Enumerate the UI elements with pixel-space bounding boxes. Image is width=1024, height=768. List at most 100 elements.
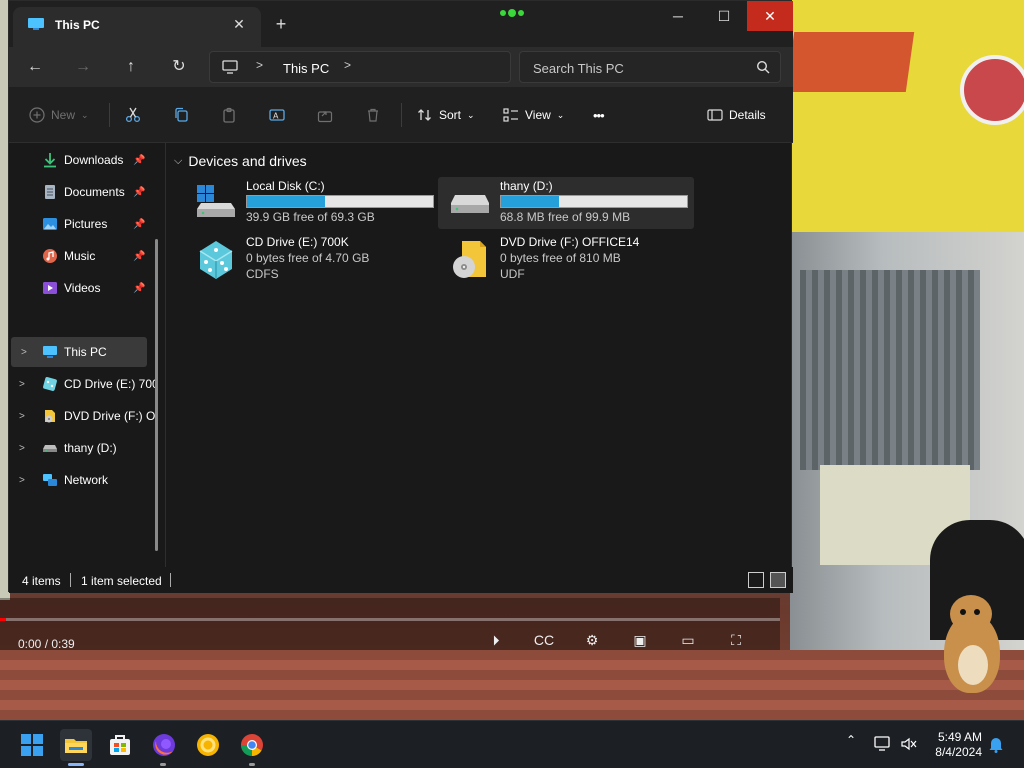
settings-icon[interactable]: ⚙ bbox=[580, 632, 604, 648]
videos-icon bbox=[43, 282, 57, 294]
more-options-button[interactable]: ••• bbox=[593, 105, 605, 125]
rename-icon: A bbox=[269, 109, 285, 121]
back-button[interactable]: ← bbox=[21, 53, 49, 81]
cut-button[interactable] bbox=[125, 105, 141, 125]
pin-icon: 📌 bbox=[133, 218, 146, 230]
monitor-icon bbox=[222, 60, 238, 74]
sidebar-item-dvd-drive[interactable]: > DVD Drive (F:) OFFICE14 bbox=[9, 401, 155, 431]
new-tab-button[interactable]: + bbox=[271, 14, 291, 34]
address-bar[interactable]: > This PC > bbox=[209, 51, 511, 83]
sidebar-item-cd-drive[interactable]: > CD Drive (E:) 700K bbox=[9, 369, 155, 399]
sidebar-item-documents[interactable]: Documents 📌 bbox=[9, 177, 159, 207]
rename-button[interactable]: A bbox=[269, 105, 285, 125]
pin-icon: 📌 bbox=[133, 250, 146, 262]
svg-text:A: A bbox=[273, 112, 279, 121]
sidebar-item-downloads[interactable]: Downloads 📌 bbox=[9, 145, 159, 175]
store-icon[interactable] bbox=[104, 729, 136, 761]
cd-drive-icon bbox=[43, 377, 57, 391]
up-button[interactable]: ↑ bbox=[117, 53, 145, 81]
sidebar-item-this-pc[interactable]: > This PC bbox=[11, 337, 147, 367]
autoplay-icon[interactable]: ⏵ bbox=[484, 632, 508, 648]
sidebar-item-network[interactable]: > Network bbox=[9, 465, 159, 495]
file-explorer-icon[interactable] bbox=[60, 729, 92, 761]
content-pane: ⌵ Devices and drives Local Disk (C:) 39.… bbox=[166, 143, 793, 567]
chevron-right-icon[interactable]: > bbox=[21, 347, 27, 358]
chevron-right-icon[interactable]: > bbox=[19, 379, 25, 390]
new-button[interactable]: New ⌄ bbox=[29, 105, 89, 125]
start-icon[interactable] bbox=[16, 729, 48, 761]
sidebar-item-label: Pictures bbox=[64, 217, 108, 231]
chevron-up-icon[interactable]: ⌃ bbox=[846, 733, 856, 747]
background-shutter bbox=[800, 270, 980, 470]
status-item-count: 4 items bbox=[22, 574, 61, 588]
view-button[interactable]: View ⌄ bbox=[503, 105, 564, 125]
sidebar-item-label: DVD Drive (F:) OFFICE14 bbox=[64, 409, 155, 423]
firefox-icon[interactable] bbox=[148, 729, 180, 761]
yellow-app-icon[interactable] bbox=[192, 729, 224, 761]
chevron-down-icon: ⌄ bbox=[556, 109, 565, 120]
search-placeholder: Search This PC bbox=[533, 61, 624, 76]
breadcrumb-this-pc[interactable]: This PC bbox=[283, 61, 329, 76]
close-tab-button[interactable]: ✕ bbox=[229, 14, 249, 34]
drive-name: DVD Drive (F:) OFFICE14 bbox=[500, 235, 640, 249]
sidebar-item-music[interactable]: Music 📌 bbox=[9, 241, 159, 271]
refresh-button[interactable]: ↻ bbox=[165, 53, 193, 81]
sort-button[interactable]: Sort ⌄ bbox=[417, 105, 475, 125]
search-input[interactable]: Search This PC bbox=[519, 51, 781, 83]
view-list-icon bbox=[503, 108, 518, 122]
maximize-button[interactable]: ☐ bbox=[701, 1, 747, 31]
sidebar-item-videos[interactable]: Videos 📌 bbox=[9, 273, 159, 303]
tiles-view-icon[interactable] bbox=[770, 572, 786, 588]
paste-button[interactable] bbox=[221, 105, 237, 125]
title-bar[interactable]: This PC ✕ + ─ ☐ ✕ bbox=[9, 1, 793, 47]
drive-tile-c[interactable]: Local Disk (C:) 39.9 GB free of 69.3 GB bbox=[184, 177, 434, 229]
details-view-icon[interactable] bbox=[748, 572, 764, 588]
tab-this-pc[interactable]: This PC ✕ bbox=[13, 7, 261, 47]
close-window-button[interactable]: ✕ bbox=[747, 1, 793, 31]
drive-tile-f[interactable]: DVD Drive (F:) OFFICE14 0 bytes free of … bbox=[438, 233, 688, 285]
drive-usage-fill bbox=[501, 196, 559, 207]
delete-button[interactable] bbox=[365, 105, 381, 125]
forward-button[interactable]: → bbox=[69, 53, 97, 81]
sidebar-scrollbar[interactable] bbox=[155, 239, 158, 551]
volume-muted-icon[interactable] bbox=[900, 736, 918, 752]
trash-icon bbox=[368, 108, 378, 122]
captions-icon[interactable]: CC bbox=[532, 632, 556, 648]
theater-icon[interactable]: ▭ bbox=[676, 632, 700, 648]
sidebar-item-label: thany (D:) bbox=[64, 441, 117, 455]
copy-button[interactable] bbox=[173, 105, 189, 125]
drive-tile-d[interactable]: thany (D:) 68.8 MB free of 99.9 MB bbox=[438, 177, 694, 229]
breadcrumb-chevron-icon[interactable]: > bbox=[344, 58, 351, 72]
sidebar-item-pictures[interactable]: Pictures 📌 bbox=[9, 209, 159, 239]
drive-free-space: 68.8 MB free of 99.9 MB bbox=[500, 210, 631, 224]
notification-bell-icon[interactable] bbox=[988, 735, 1004, 753]
group-header-devices[interactable]: ⌵ Devices and drives bbox=[174, 153, 307, 169]
navigation-pane: Downloads 📌 Documents 📌 Pictures 📌 Music… bbox=[9, 143, 165, 567]
navigation-bar: ← → ↑ ↻ > This PC > Search This PC bbox=[9, 47, 793, 87]
chrome-icon[interactable] bbox=[236, 729, 268, 761]
computer-icon bbox=[28, 18, 44, 30]
minimize-button[interactable]: ─ bbox=[655, 1, 701, 31]
sidebar-item-thany-d[interactable]: > thany (D:) bbox=[9, 433, 159, 463]
status-bar: 4 items 1 item selected bbox=[9, 567, 793, 593]
drive-tile-e[interactable]: CD Drive (E:) 700K 0 bytes free of 4.70 … bbox=[184, 233, 434, 285]
command-separator bbox=[109, 103, 110, 127]
documents-icon bbox=[45, 185, 55, 199]
drive-file-system: CDFS bbox=[246, 267, 279, 281]
chevron-right-icon[interactable]: > bbox=[19, 443, 25, 454]
new-button-label: New bbox=[51, 108, 76, 122]
search-icon bbox=[756, 60, 770, 74]
fullscreen-icon[interactable]: ⛶ bbox=[724, 632, 748, 648]
taskbar-clock[interactable]: 5:49 AM 8/4/2024 bbox=[920, 730, 982, 760]
status-separator bbox=[170, 573, 171, 587]
details-button[interactable]: Details bbox=[707, 105, 766, 125]
network-status-icon[interactable] bbox=[874, 736, 892, 752]
miniplayer-icon[interactable]: ▣ bbox=[628, 632, 652, 648]
share-button[interactable] bbox=[317, 105, 333, 125]
video-progress-track[interactable] bbox=[0, 618, 780, 621]
chevron-right-icon[interactable]: > bbox=[19, 475, 25, 486]
background-sign-lettering bbox=[785, 32, 915, 92]
chevron-right-icon[interactable]: > bbox=[19, 411, 25, 422]
sidebar-item-label: Music bbox=[64, 249, 96, 263]
breadcrumb-chevron-icon[interactable]: > bbox=[256, 58, 263, 72]
